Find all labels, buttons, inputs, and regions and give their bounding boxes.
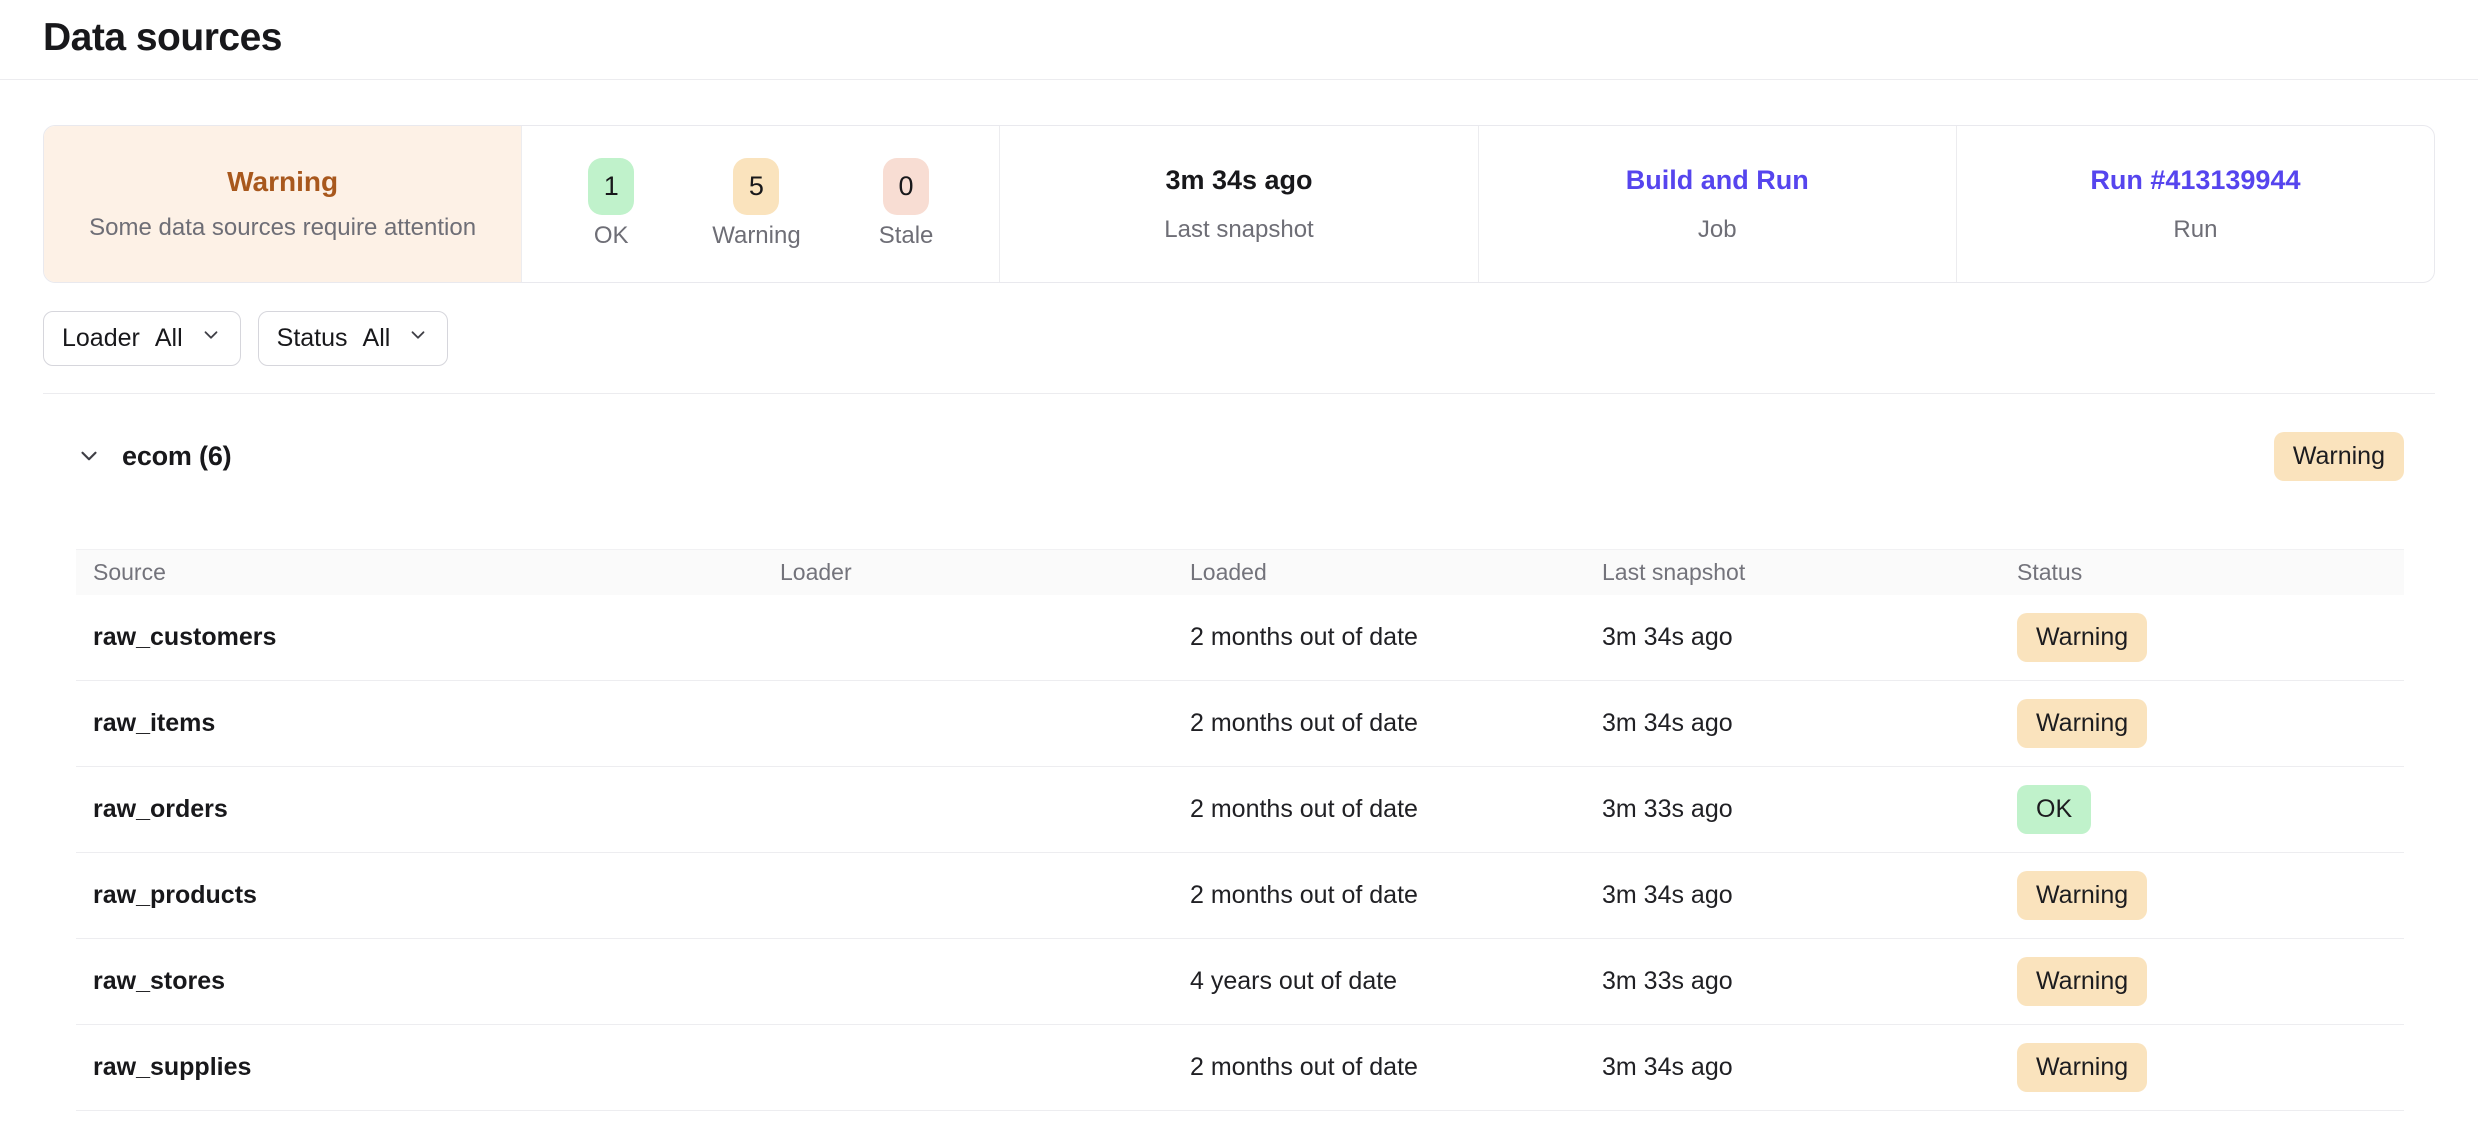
group-status-badge: Warning [2274,432,2404,481]
status-filter-dropdown[interactable]: Status All [258,311,449,366]
status-filter-label: Status [277,324,348,353]
count-warning-label: Warning [712,222,800,250]
cell-source: raw_items [93,709,780,738]
cell-last-snapshot: 3m 34s ago [1602,1053,2017,1082]
cell-loaded: 2 months out of date [1190,1053,1602,1082]
count-stale-label: Stale [879,222,934,250]
run-label: Run [2173,216,2217,244]
cell-last-snapshot: 3m 34s ago [1602,881,2017,910]
status-badge: Warning [2017,1043,2147,1092]
table-row[interactable]: raw_items 2 months out of date 3m 34s ag… [76,681,2404,767]
cell-loaded: 2 months out of date [1190,881,1602,910]
status-badge: Warning [2017,699,2147,748]
count-warning-value: 5 [733,158,779,215]
page-header: Data sources [0,0,2478,80]
summary-status-subtitle: Some data sources require attention [89,214,476,242]
group-name: ecom (6) [122,441,231,472]
summary-status-title: Warning [227,166,338,198]
column-header-loaded: Loaded [1190,559,1602,586]
cell-loaded: 2 months out of date [1190,709,1602,738]
count-ok-value: 1 [588,158,634,215]
cell-loaded: 4 years out of date [1190,967,1602,996]
chevron-down-icon[interactable] [76,443,102,469]
summary-status-card: Warning Some data sources require attent… [44,126,521,282]
table-row[interactable]: raw_orders 2 months out of date 3m 33s a… [76,767,2404,853]
job-link[interactable]: Build and Run [1626,165,1809,196]
status-filter-value: All [363,324,391,353]
summary-bar: Warning Some data sources require attent… [43,125,2435,283]
group-header[interactable]: ecom (6) Warning [76,429,2404,483]
last-snapshot-label: Last snapshot [1164,216,1313,244]
last-snapshot-value: 3m 34s ago [1165,165,1312,196]
cell-last-snapshot: 3m 34s ago [1602,709,2017,738]
column-header-status: Status [2017,559,2404,586]
data-sources-table: Source Loader Loaded Last snapshot Statu… [76,549,2404,1111]
cell-source: raw_products [93,881,780,910]
table-header-row: Source Loader Loaded Last snapshot Statu… [76,549,2404,595]
loader-filter-label: Loader [62,324,140,353]
group-section-ecom: ecom (6) Warning Source Loader Loaded La… [76,429,2404,1111]
cell-source: raw_supplies [93,1053,780,1082]
status-badge: Warning [2017,613,2147,662]
page-title: Data sources [43,16,2478,60]
table-row[interactable]: raw_stores 4 years out of date 3m 33s ag… [76,939,2404,1025]
status-badge: Warning [2017,957,2147,1006]
filters-row: Loader All Status All [43,311,2435,394]
loader-filter-dropdown[interactable]: Loader All [43,311,241,366]
summary-job-card: Build and Run Job [1478,126,1956,282]
status-badge: OK [2017,785,2091,834]
count-stale: 0 Stale [879,158,934,250]
table-row[interactable]: raw_products 2 months out of date 3m 34s… [76,853,2404,939]
count-warning: 5 Warning [712,158,800,250]
table-row[interactable]: raw_customers 2 months out of date 3m 34… [76,595,2404,681]
column-header-loader: Loader [780,559,1190,586]
chevron-down-icon [407,324,429,353]
status-badge: Warning [2017,871,2147,920]
column-header-last-snapshot: Last snapshot [1602,559,2017,586]
count-stale-value: 0 [883,158,929,215]
count-ok-label: OK [594,222,629,250]
cell-loaded: 2 months out of date [1190,623,1602,652]
job-label: Job [1698,216,1737,244]
cell-source: raw_orders [93,795,780,824]
table-row[interactable]: raw_supplies 2 months out of date 3m 34s… [76,1025,2404,1111]
column-header-source: Source [93,559,780,586]
cell-source: raw_customers [93,623,780,652]
summary-last-snapshot-card: 3m 34s ago Last snapshot [999,126,1477,282]
summary-counts-card: 1 OK 5 Warning 0 Stale [521,126,999,282]
cell-last-snapshot: 3m 33s ago [1602,795,2017,824]
cell-last-snapshot: 3m 33s ago [1602,967,2017,996]
count-ok: 1 OK [588,158,634,250]
loader-filter-value: All [155,324,183,353]
summary-run-card: Run #413139944 Run [1956,126,2434,282]
cell-loaded: 2 months out of date [1190,795,1602,824]
cell-source: raw_stores [93,967,780,996]
run-link[interactable]: Run #413139944 [2090,165,2300,196]
cell-last-snapshot: 3m 34s ago [1602,623,2017,652]
chevron-down-icon [200,324,222,353]
